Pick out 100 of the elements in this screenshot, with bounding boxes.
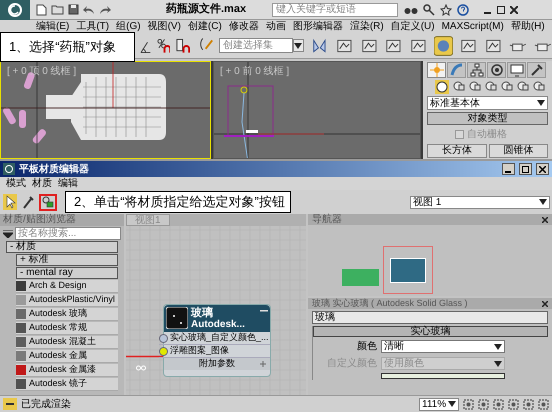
menu-item[interactable]: 视图(V)	[148, 22, 181, 32]
menu-item[interactable]: 图形编辑器	[292, 22, 343, 32]
menu-item[interactable]: 帮助(H)	[510, 22, 545, 32]
menu-item[interactable]: 动画	[266, 22, 286, 32]
category-dropdown[interactable]: 标准基本体	[427, 96, 548, 110]
maximize-icon[interactable]	[497, 6, 505, 14]
utilities-glyph-icon	[530, 63, 544, 77]
input-socket[interactable]	[159, 346, 168, 356]
object-button[interactable]: 圆锥体	[488, 144, 548, 158]
material-item[interactable]: Autodesk 镜子	[16, 378, 118, 391]
material-preview-icon	[166, 307, 188, 329]
material-item[interactable]: Autodesk 常规	[16, 322, 118, 335]
close-icon[interactable]	[542, 216, 548, 222]
selection-set-field[interactable]: 创建选择集	[218, 38, 293, 53]
menu-item[interactable]: 工具(T)	[76, 22, 110, 32]
utilities-tab[interactable]	[527, 62, 546, 78]
percent-snap-icon[interactable]	[157, 38, 170, 54]
input-socket[interactable]	[159, 334, 168, 342]
material-item[interactable]: Autodesk 玻璃	[16, 308, 118, 321]
panel-title: 导航器	[312, 212, 342, 227]
menu-item[interactable]: 创建(C)	[188, 22, 222, 32]
callout-label: 1、选择“药瓶”对象	[0, 32, 135, 62]
maximize-button[interactable]	[519, 163, 532, 175]
motion-tab[interactable]	[487, 62, 506, 78]
node-title: 玻璃	[191, 307, 214, 319]
view-dropdown[interactable]: 视图 1	[410, 196, 550, 208]
close-icon[interactable]	[542, 300, 548, 306]
group-header[interactable]: + 标准	[16, 254, 118, 266]
menu-item[interactable]: 材质	[32, 176, 52, 191]
material-label: Autodesk 常规	[29, 321, 88, 334]
search-field[interactable]: 键入关键字或短语	[272, 2, 398, 16]
group-header[interactable]: - 材质	[6, 241, 118, 253]
menu-item[interactable]: MAXScript(M)	[442, 22, 504, 32]
hierarchy-tab[interactable]	[467, 62, 486, 78]
menu-item[interactable]: 模式	[6, 176, 26, 191]
material-item[interactable]: AutodeskPlastic/Vinyl	[16, 294, 118, 307]
material-label: Autodesk 混凝土	[29, 335, 96, 348]
field-label: 颜色	[356, 340, 377, 354]
panel-title: 材质/贴图浏览器	[0, 214, 124, 226]
group-header[interactable]: - mental ray	[16, 267, 118, 279]
zoom-dropdown[interactable]: 111%	[419, 398, 459, 410]
slot-group-label: 附加参数	[199, 357, 235, 370]
caret-icon	[494, 344, 502, 350]
undo-icon[interactable]	[83, 4, 95, 14]
save-icon[interactable]	[68, 4, 79, 15]
minimize-button[interactable]	[502, 163, 515, 175]
material-label: Autodesk 金属	[29, 349, 88, 362]
menu-item[interactable]: 渲染(R)	[350, 22, 384, 32]
close-button[interactable]	[536, 163, 549, 175]
menu-item[interactable]: 编辑(E)	[36, 22, 70, 32]
dropdown-value: 清晰	[384, 340, 404, 354]
help-icon[interactable]	[457, 4, 469, 16]
material-item[interactable]: Autodesk 金属	[16, 350, 118, 363]
rollout-header[interactable]: 实心玻璃	[313, 326, 548, 337]
menu-item[interactable]: 编辑	[58, 176, 78, 191]
parameter-dropdown[interactable]: 清晰	[381, 340, 505, 353]
dropdown-button[interactable]	[292, 39, 304, 52]
display-glyph-icon	[510, 63, 524, 77]
redo-icon[interactable]	[99, 4, 111, 14]
color-swatch[interactable]	[381, 373, 505, 379]
app-menu-button[interactable]	[0, 0, 30, 20]
material-item[interactable]: Autodesk 混凝土	[16, 336, 118, 349]
material-label: Autodesk 玻璃	[29, 307, 88, 320]
window-title: 平板材质编辑器	[19, 162, 89, 176]
assign-material-button[interactable]	[39, 194, 57, 210]
window-title: 药瓶源文件.max	[166, 2, 248, 18]
expand-icon[interactable]	[260, 361, 266, 367]
caret-icon	[539, 199, 547, 205]
hierarchy-glyph-icon	[470, 63, 484, 77]
node-thumbnail	[342, 269, 379, 286]
menu-item[interactable]: 自定义(U)	[390, 22, 435, 32]
object-button[interactable]: 长方体	[427, 144, 486, 158]
eyedropper-icon[interactable]	[22, 195, 34, 209]
node-canvas[interactable]: 玻璃 Autodesk... 实心玻璃_自定义颜色_... 浮雕图案_图像 附加参数	[126, 226, 306, 395]
material-editor-icon[interactable]	[434, 36, 453, 56]
new-file-icon[interactable]	[36, 4, 47, 16]
star-icon[interactable]	[440, 4, 452, 16]
material-label: Autodesk 金属漆	[29, 363, 96, 376]
slot-label: 实心玻璃_自定义颜色_...	[170, 331, 269, 344]
spheres-icon	[42, 196, 54, 208]
menu-item[interactable]: 组(G)	[116, 22, 141, 32]
dropdown-value: 使用颜色	[384, 356, 424, 371]
menu-item[interactable]: 修改器	[228, 22, 259, 32]
display-tab[interactable]	[507, 62, 526, 78]
material-item[interactable]: Autodesk 金属漆	[16, 364, 118, 377]
folder-icon[interactable]	[51, 4, 64, 15]
collapse-icon[interactable]	[260, 310, 268, 313]
pointer-icon[interactable]	[3, 194, 17, 210]
menu-caret-icon[interactable]	[3, 230, 13, 238]
sphere-icon[interactable]	[435, 80, 449, 94]
caret-icon	[448, 401, 456, 407]
spinner-snap-icon[interactable]	[176, 38, 190, 54]
search-field[interactable]: 按名称搜索...	[15, 227, 121, 240]
modify-glyph-icon	[450, 63, 464, 77]
rollout-header[interactable]: 对象类型	[427, 112, 548, 125]
material-item[interactable]: Arch & Design	[16, 280, 118, 293]
material-label: Autodesk 镜子	[29, 377, 88, 390]
caret-icon	[494, 360, 502, 366]
material-label: AutodeskPlastic/Vinyl	[29, 293, 115, 306]
close-icon[interactable]	[510, 6, 518, 14]
